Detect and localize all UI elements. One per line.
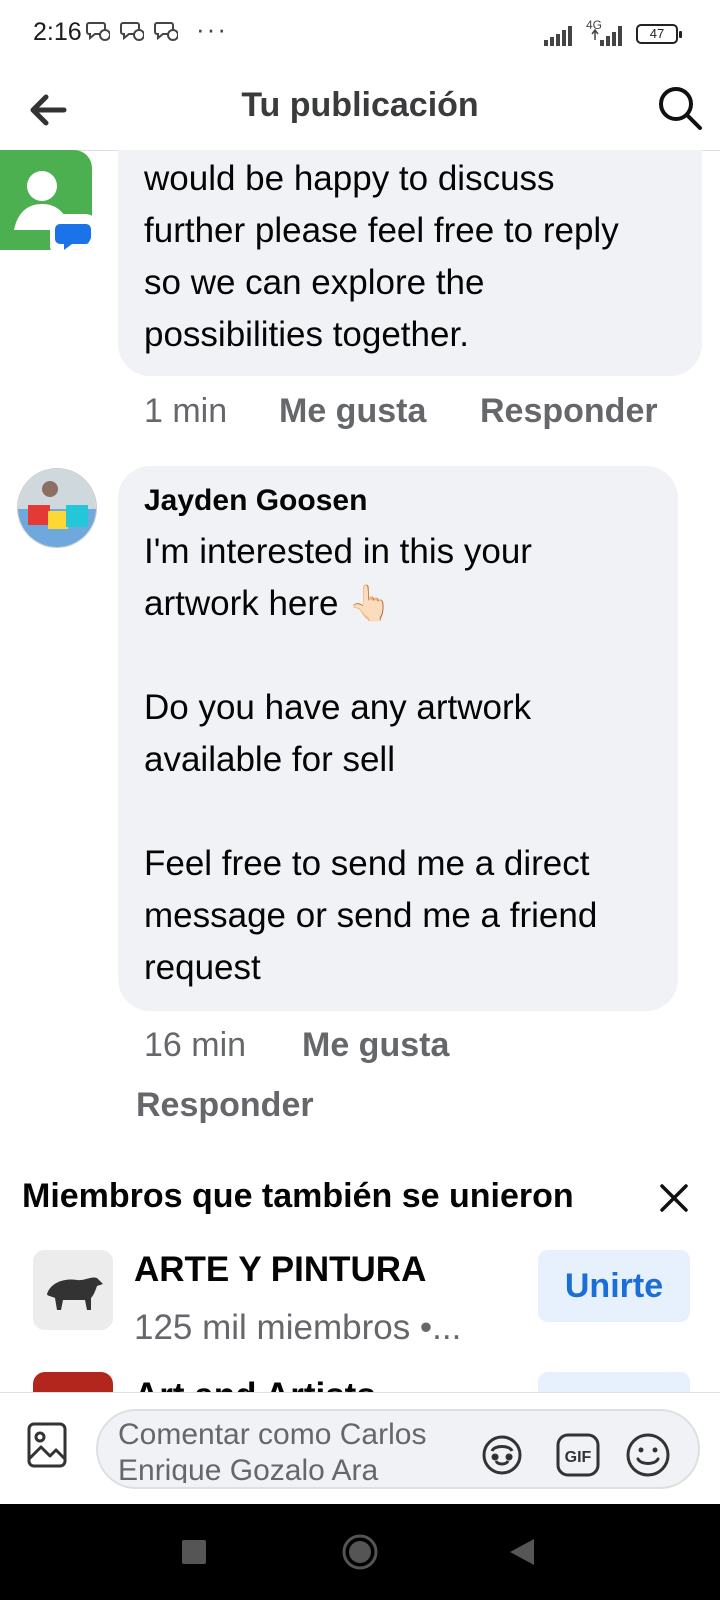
join-button[interactable] <box>538 1372 690 1392</box>
comment-text: would be happy to discuss further please… <box>144 159 619 354</box>
avatar-sticker-icon[interactable] <box>478 1431 526 1479</box>
suggested-title: Miembros que también se unieron <box>22 1177 574 1215</box>
signal-icon <box>591 26 622 46</box>
battery-icon: 47 <box>636 24 682 44</box>
comment-time: 16 min <box>144 1026 247 1064</box>
comment-author[interactable]: Jayden Goosen <box>144 484 367 518</box>
page-title: Tu publicación <box>241 86 479 124</box>
group-name[interactable]: Art and Artists <box>134 1366 376 1392</box>
avatar[interactable] <box>0 150 92 250</box>
bull-image <box>33 1250 113 1330</box>
svg-text:GIF: GIF <box>565 1449 592 1466</box>
notification-icon <box>120 22 144 41</box>
comment-composer: Comentar como Carlos Enrique Gozalo Ara … <box>0 1392 720 1505</box>
notification-icon <box>154 22 178 41</box>
group-thumbnail[interactable] <box>33 1372 113 1392</box>
close-icon[interactable] <box>654 1178 694 1218</box>
artwork-avatar <box>18 469 96 547</box>
emoji-icon[interactable] <box>624 1431 672 1479</box>
notification-icon <box>86 22 110 41</box>
comment-text: I'm interested in this your artwork here… <box>144 532 598 987</box>
person-icon <box>14 171 92 250</box>
group-name[interactable]: ARTE Y PINTURA <box>134 1250 426 1290</box>
like-button[interactable]: Me gusta <box>279 392 426 431</box>
status-time: 2:16 <box>33 18 82 46</box>
comment-placeholder: Comentar como Carlos Enrique Gozalo Ara <box>118 1418 427 1483</box>
gif-icon[interactable]: GIF <box>554 1431 602 1479</box>
system-navigation-bar <box>0 1504 720 1600</box>
reply-button[interactable]: Responder <box>480 392 658 431</box>
recents-icon[interactable] <box>182 1540 206 1564</box>
app-bar: Tu publicación <box>0 68 720 151</box>
comment-time: 1 min <box>144 392 228 430</box>
back-icon[interactable] <box>508 1537 536 1567</box>
status-bar: 2:16 ··· 4G 47 <box>0 0 720 68</box>
avatar[interactable] <box>17 468 97 548</box>
search-icon[interactable] <box>654 82 706 134</box>
status-overflow: ··· <box>196 14 228 44</box>
group-thumbnail[interactable] <box>33 1250 113 1330</box>
group-members: 125 mil miembros •... <box>134 1308 462 1347</box>
signal-icon <box>544 26 572 46</box>
like-button[interactable]: Me gusta <box>302 1026 449 1065</box>
home-icon[interactable] <box>341 1533 379 1571</box>
reply-button[interactable]: Responder <box>136 1086 314 1125</box>
join-button[interactable]: Unirte <box>538 1250 690 1322</box>
photo-icon[interactable] <box>26 1421 68 1469</box>
comment-input[interactable]: Comentar como Carlos Enrique Gozalo Ara … <box>96 1409 700 1489</box>
